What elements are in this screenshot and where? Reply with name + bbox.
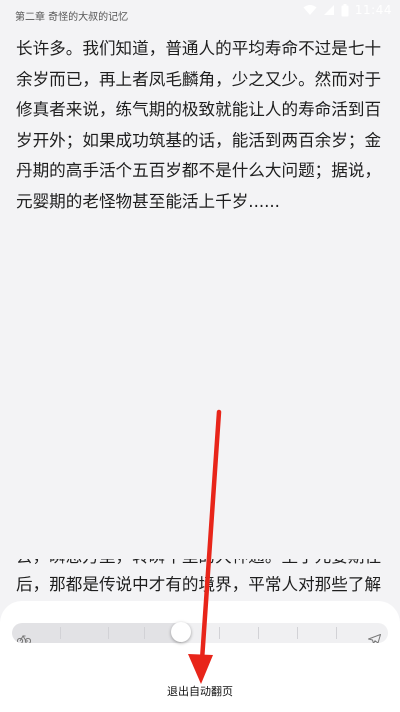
paper-plane-icon (368, 629, 381, 643)
preview-cut (16, 543, 388, 559)
slider-tick (144, 627, 145, 639)
wifi-icon (303, 4, 317, 16)
signal-icon (323, 4, 335, 16)
slider-tick (258, 627, 259, 639)
bicycle-icon (16, 629, 32, 643)
slider-tick (219, 627, 220, 639)
exit-auto-page-button[interactable]: 退出自动翻页 (150, 680, 250, 702)
status-icons: 11:44 (303, 3, 392, 17)
reading-content: 长许多。我们知道，普通人的平均寿命不过是七十余岁而已，再上者凤毛麟角，少之又少。… (16, 34, 388, 217)
speed-slider-row (12, 620, 388, 646)
slider-tick (108, 627, 109, 639)
next-page-preview: 去，瞬息万里，转瞬千里的大神通。至于元婴期往 后，那都是传说中才有的境界，平常人… (16, 543, 388, 605)
battery-icon (341, 3, 349, 17)
slider-tick (60, 627, 61, 639)
chapter-title: 第二章 奇怪的大叔的记忆 (15, 12, 129, 23)
status-time: 11:44 (354, 3, 392, 17)
content-paragraph: 长许多。我们知道，普通人的平均寿命不过是七十余岁而已，再上者凤毛麟角，少之又少。… (16, 39, 382, 211)
preview-line-2: 后，那都是传说中才有的境界，平常人对那些了解 (16, 575, 382, 594)
slider-tick (336, 627, 337, 639)
speed-slider-thumb[interactable] (171, 622, 191, 642)
slider-tick (297, 627, 298, 639)
speed-slider-fill (12, 623, 181, 643)
speed-slider-track[interactable] (12, 623, 388, 643)
